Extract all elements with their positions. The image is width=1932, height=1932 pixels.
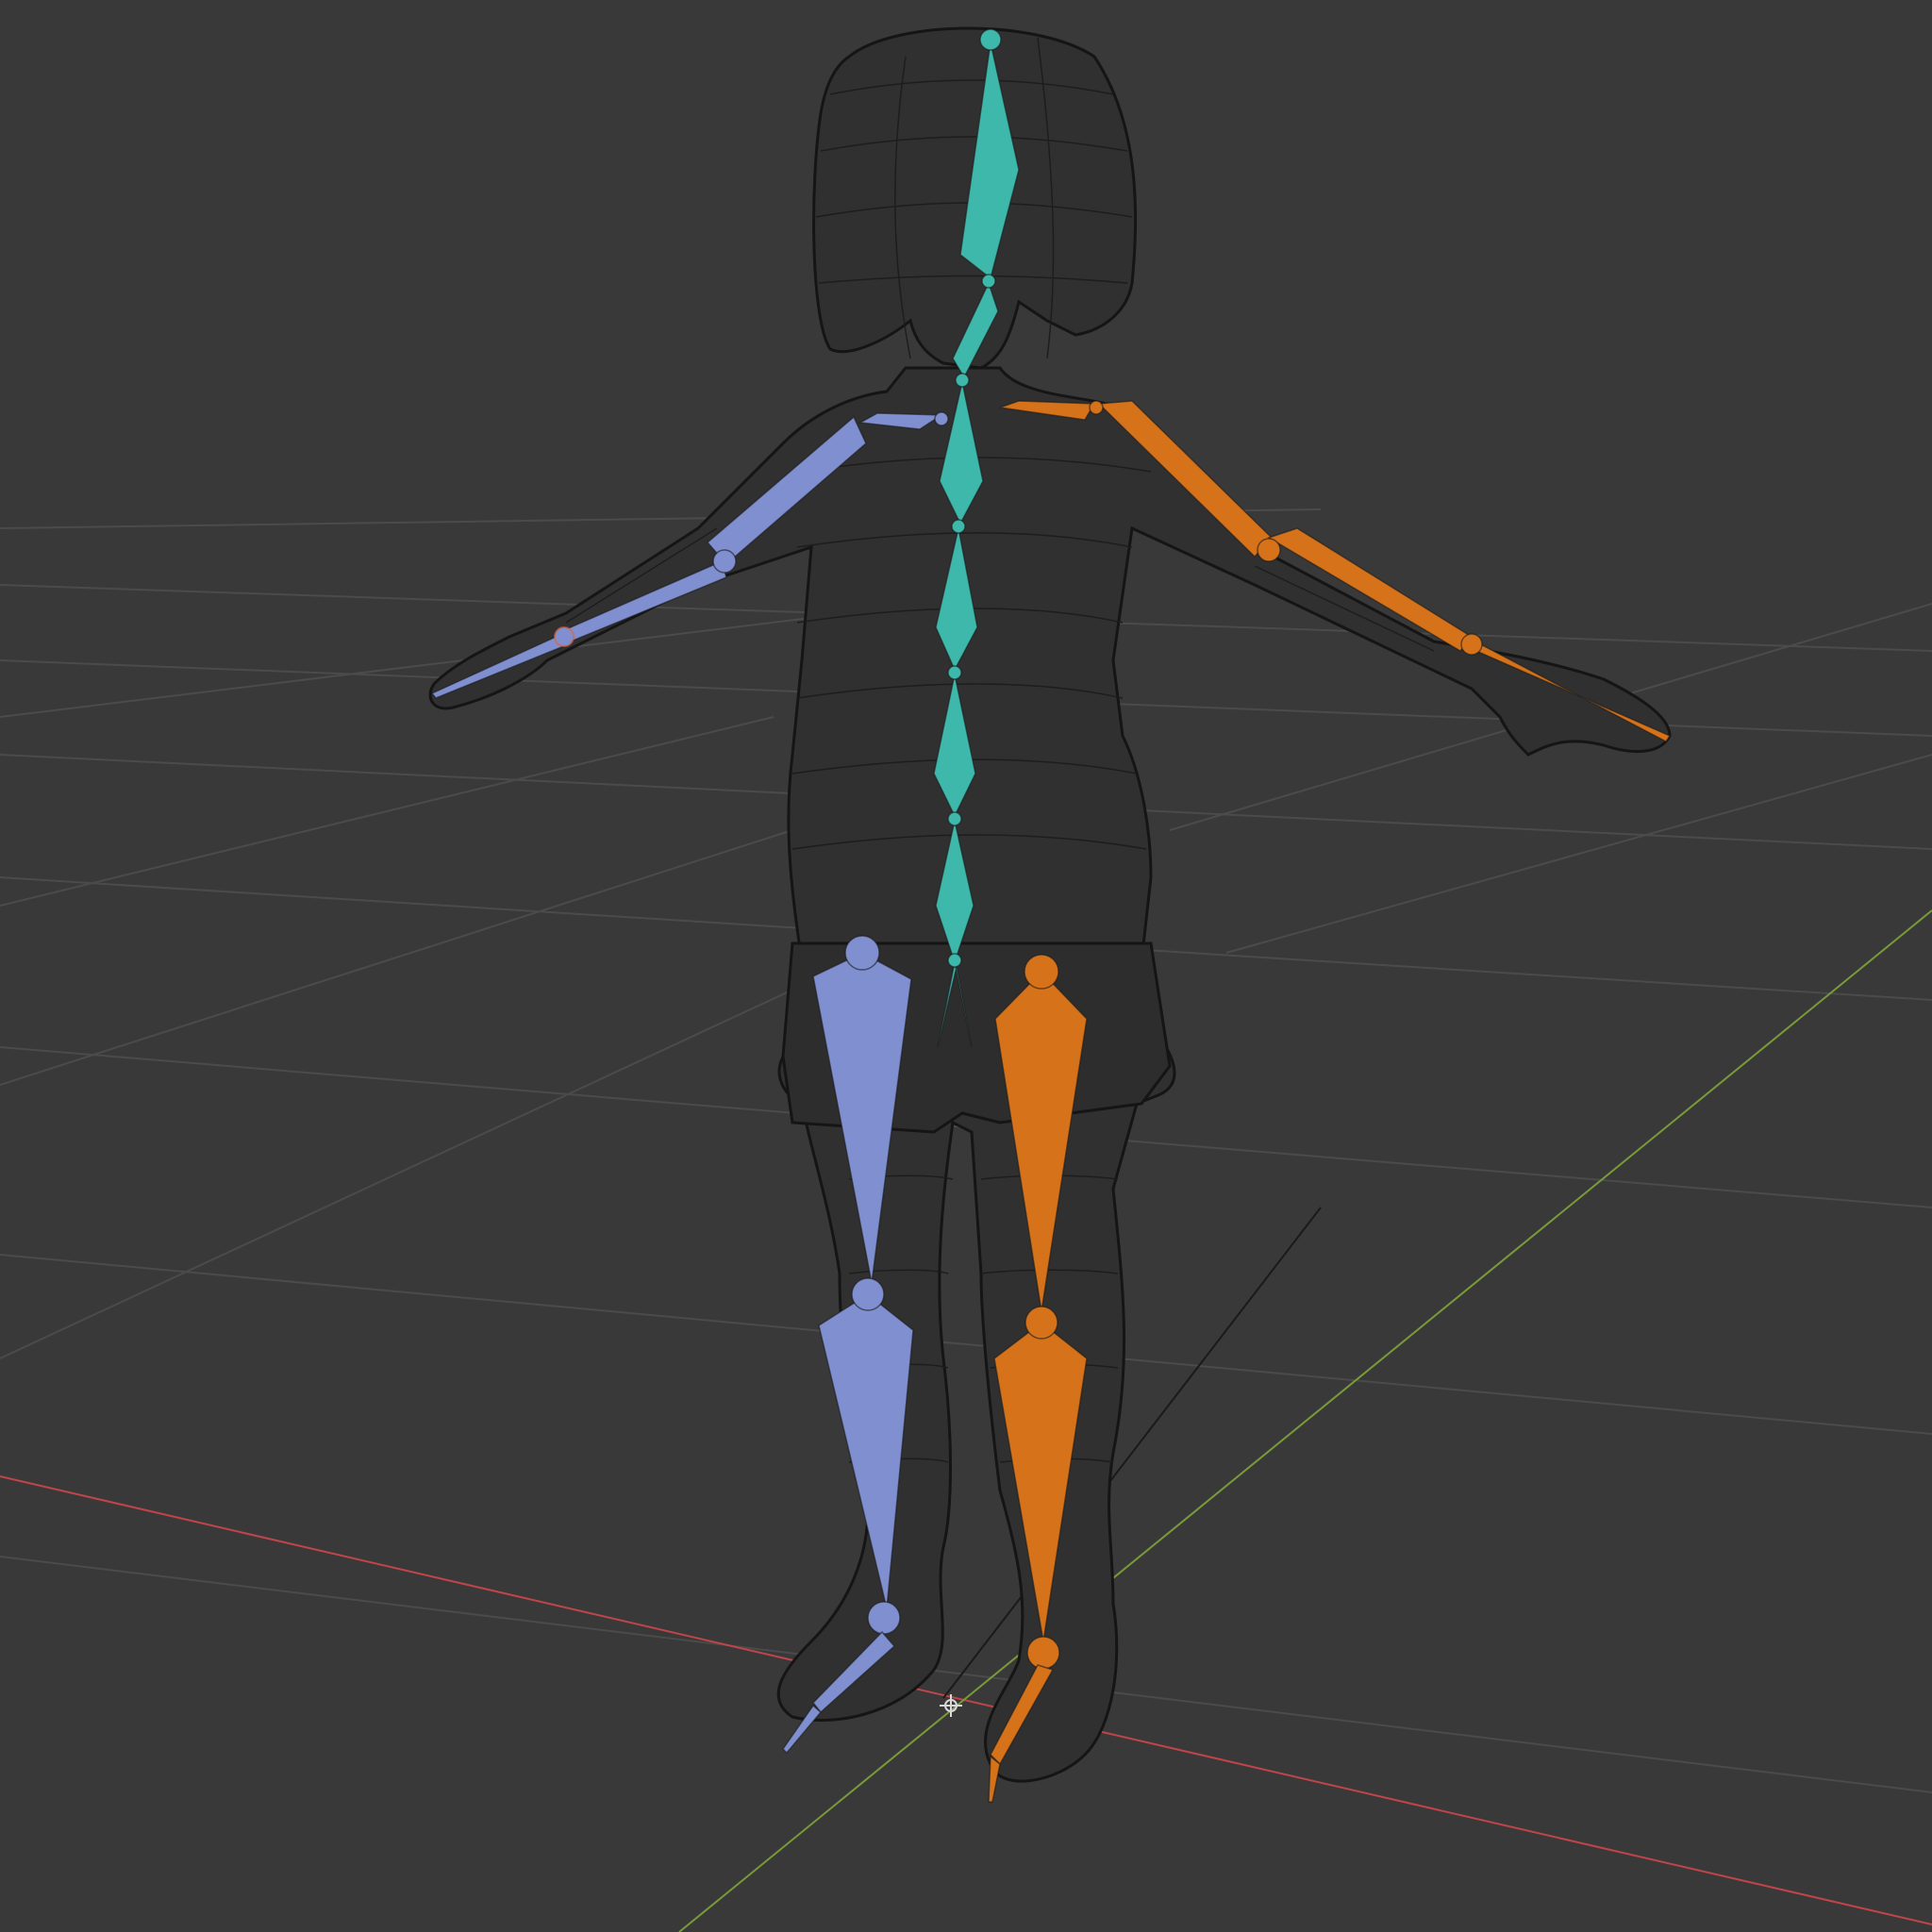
joint-shoulder-r[interactable] [1089, 400, 1104, 415]
joint-ankle-r[interactable] [1026, 1636, 1060, 1670]
joint-wrist-l[interactable] [554, 626, 575, 647]
joint-knee-l[interactable] [851, 1277, 885, 1311]
3d-viewport[interactable] [0, 0, 1932, 1932]
viewport-canvas[interactable] [0, 0, 1932, 1932]
joint-hip-r[interactable] [1024, 954, 1059, 990]
joint-spine-3[interactable] [947, 665, 962, 680]
joint-wrist-r[interactable] [1460, 633, 1483, 656]
joint-elbow-l[interactable] [712, 549, 737, 574]
bone-toe-r[interactable] [988, 1755, 1001, 1803]
joint-spine-1[interactable] [955, 373, 970, 388]
joint-spine-5[interactable] [947, 953, 962, 968]
joint-knee-r[interactable] [1024, 1306, 1058, 1340]
joint-head-top[interactable] [979, 28, 1002, 51]
joint-elbow-r[interactable] [1257, 538, 1281, 562]
joint-shoulder-l[interactable] [934, 411, 949, 426]
joint-ankle-l[interactable] [867, 1601, 901, 1635]
joint-spine-2[interactable] [951, 519, 966, 534]
joint-neck[interactable] [981, 274, 996, 289]
joint-hip-l[interactable] [844, 935, 880, 971]
joint-spine-4[interactable] [947, 811, 962, 826]
x-axis-line [0, 1475, 1932, 1925]
